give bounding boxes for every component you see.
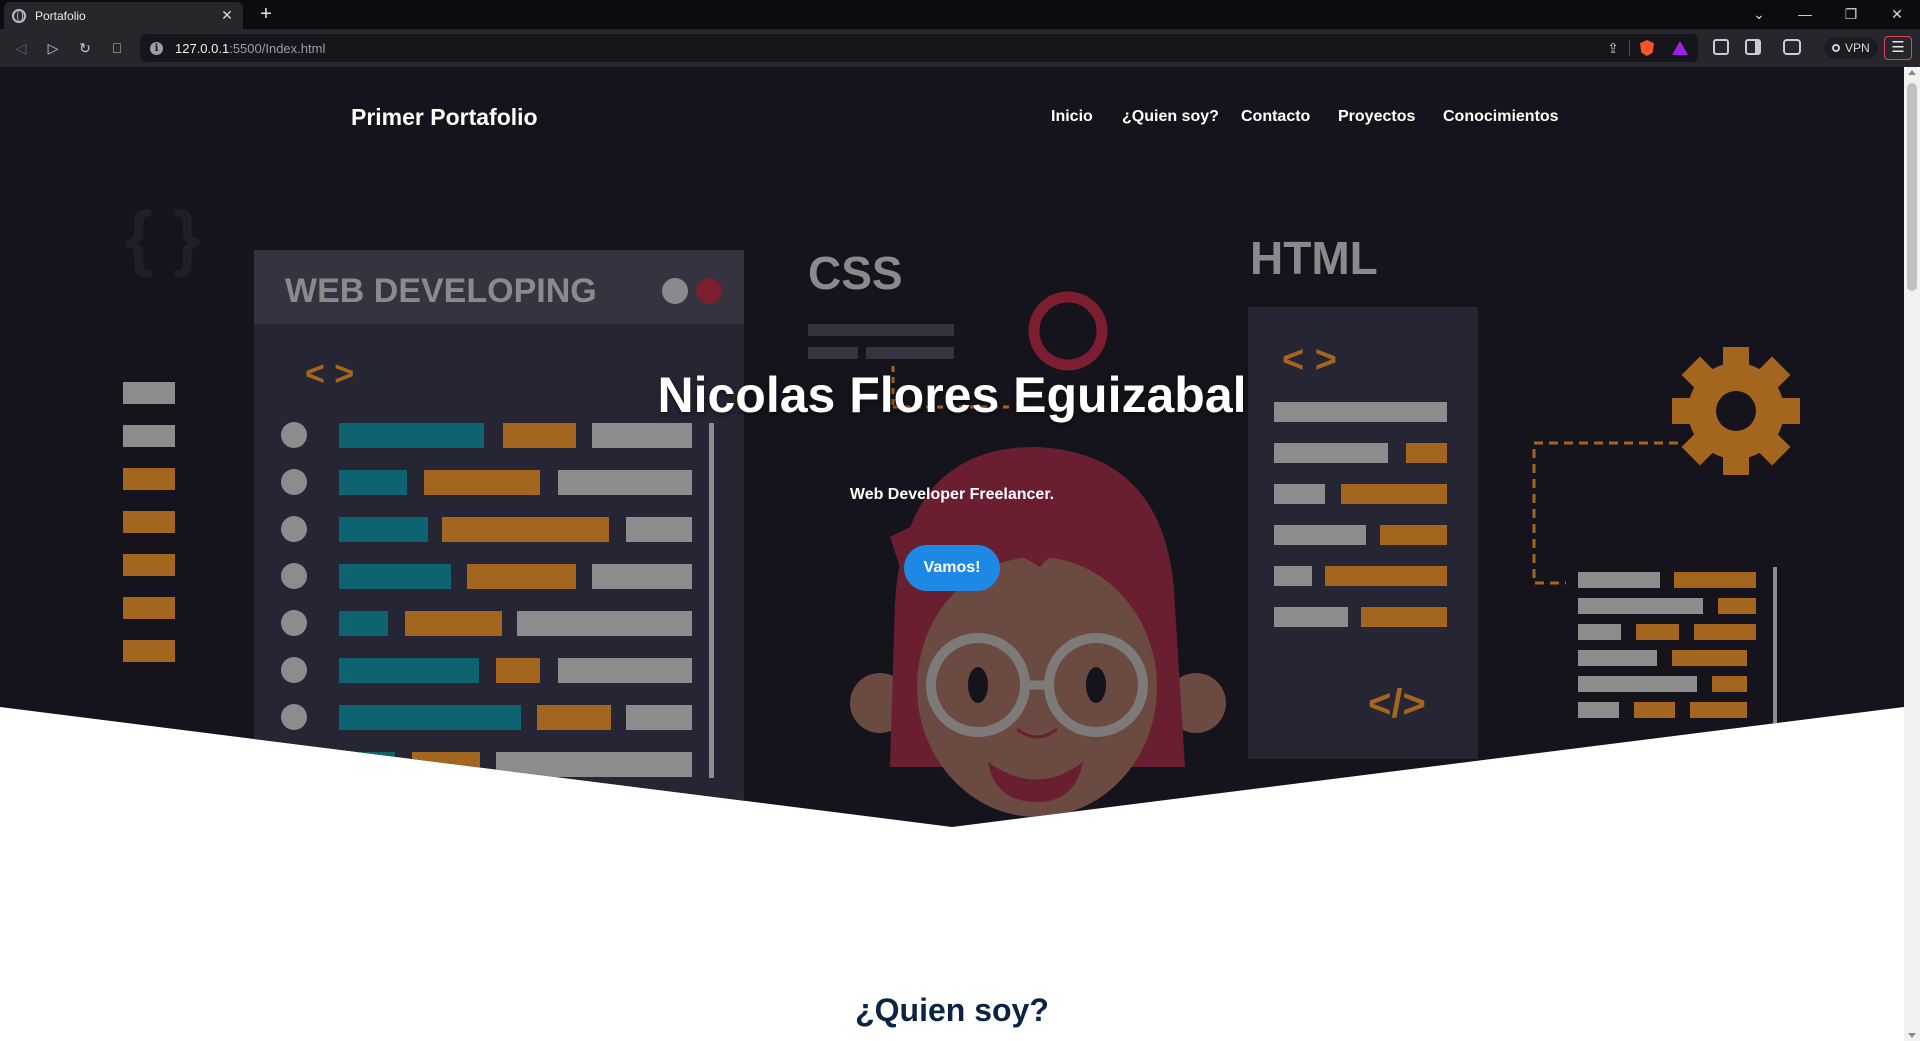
browser-toolbar: ◁ ▷ ↻ ⎕ i 127.0.0.1 :5500/Index.html ⇪ V… (0, 29, 1920, 67)
tab-title: Portafolio (35, 8, 86, 23)
minimize-button[interactable]: — (1790, 3, 1820, 25)
menu-icon[interactable]: ☰ (1884, 36, 1912, 60)
page-scrollbar[interactable] (1904, 67, 1920, 1041)
scroll-down-icon[interactable] (1908, 1033, 1916, 1038)
section-title-quien-soy: ¿Quien soy? (855, 992, 1049, 1028)
brave-rewards-icon[interactable] (1672, 41, 1688, 55)
html-close-tag: </> (1368, 682, 1426, 726)
hero-title: Nicolas Flores Eguizabal (657, 367, 1247, 423)
left-block-column (123, 382, 175, 662)
page-viewport: { } WEB DEVELOPING < > CSS HTML < > </> … (0, 67, 1904, 1041)
globe-icon (12, 8, 26, 23)
vamos-button[interactable]: Vamos! (904, 545, 1000, 591)
developer-illustration: { } WEB DEVELOPING < > CSS HTML < > </> (123, 198, 1800, 817)
nav-link-proyectos[interactable]: Proyectos (1338, 108, 1415, 126)
hero-section: { } WEB DEVELOPING < > CSS HTML < > </> … (0, 67, 1904, 827)
wallet-icon[interactable] (1783, 39, 1801, 55)
restore-button[interactable]: ❐ (1836, 3, 1866, 25)
sidebar-icon[interactable] (1745, 39, 1761, 55)
hero-subtitle: Web Developer Freelancer. (849, 486, 1055, 503)
panel-label: WEB DEVELOPING (285, 272, 597, 310)
url-divider (1629, 40, 1630, 56)
vpn-status-icon (1832, 44, 1840, 52)
site-navbar: Primer Portafolio Inicio ¿Quien soy? Con… (0, 67, 1904, 167)
web-developing-panel: WEB DEVELOPING < > (254, 250, 744, 810)
bookmark-icon[interactable]: ⎕ (107, 38, 127, 58)
browser-tab[interactable]: Portafolio ✕ (4, 2, 243, 29)
share-icon[interactable]: ⇪ (1607, 40, 1619, 57)
scrollbar-thumb[interactable] (1907, 83, 1917, 291)
reload-icon[interactable]: ↻ (75, 38, 95, 58)
nav-link-contacto[interactable]: Contacto (1241, 108, 1310, 126)
nav-link-conocimientos[interactable]: Conocimientos (1443, 108, 1559, 126)
nav-link-quien-soy[interactable]: ¿Quien soy? (1122, 108, 1219, 126)
new-tab-button[interactable]: + (256, 3, 276, 25)
close-tab-icon[interactable]: ✕ (219, 7, 235, 24)
site-info-icon[interactable]: i (150, 41, 163, 55)
back-icon[interactable]: ◁ (11, 38, 31, 58)
vpn-button[interactable]: VPN (1824, 37, 1878, 59)
extensions-icon[interactable] (1713, 39, 1729, 55)
nav-link-inicio[interactable]: Inicio (1051, 108, 1093, 126)
brave-shields-icon[interactable] (1640, 40, 1654, 56)
forward-icon[interactable]: ▷ (43, 38, 63, 58)
site-brand[interactable]: Primer Portafolio (351, 104, 538, 131)
address-bar[interactable]: i 127.0.0.1 :5500/Index.html ⇪ (140, 34, 1698, 62)
scroll-up-icon[interactable] (1908, 70, 1916, 75)
css-label: CSS (808, 247, 903, 299)
url-host: 127.0.0.1 (175, 40, 230, 56)
tab-search-icon[interactable]: ⌄ (1744, 3, 1774, 25)
html-label: HTML (1250, 232, 1378, 284)
browser-tab-bar: Portafolio ✕ + ⌄ — ❐ ✕ (0, 0, 1920, 29)
braces-glyph: { } (125, 198, 201, 278)
close-window-button[interactable]: ✕ (1882, 3, 1912, 25)
url-path: :5500/Index.html (229, 40, 326, 56)
vpn-label: VPN (1845, 41, 1870, 55)
